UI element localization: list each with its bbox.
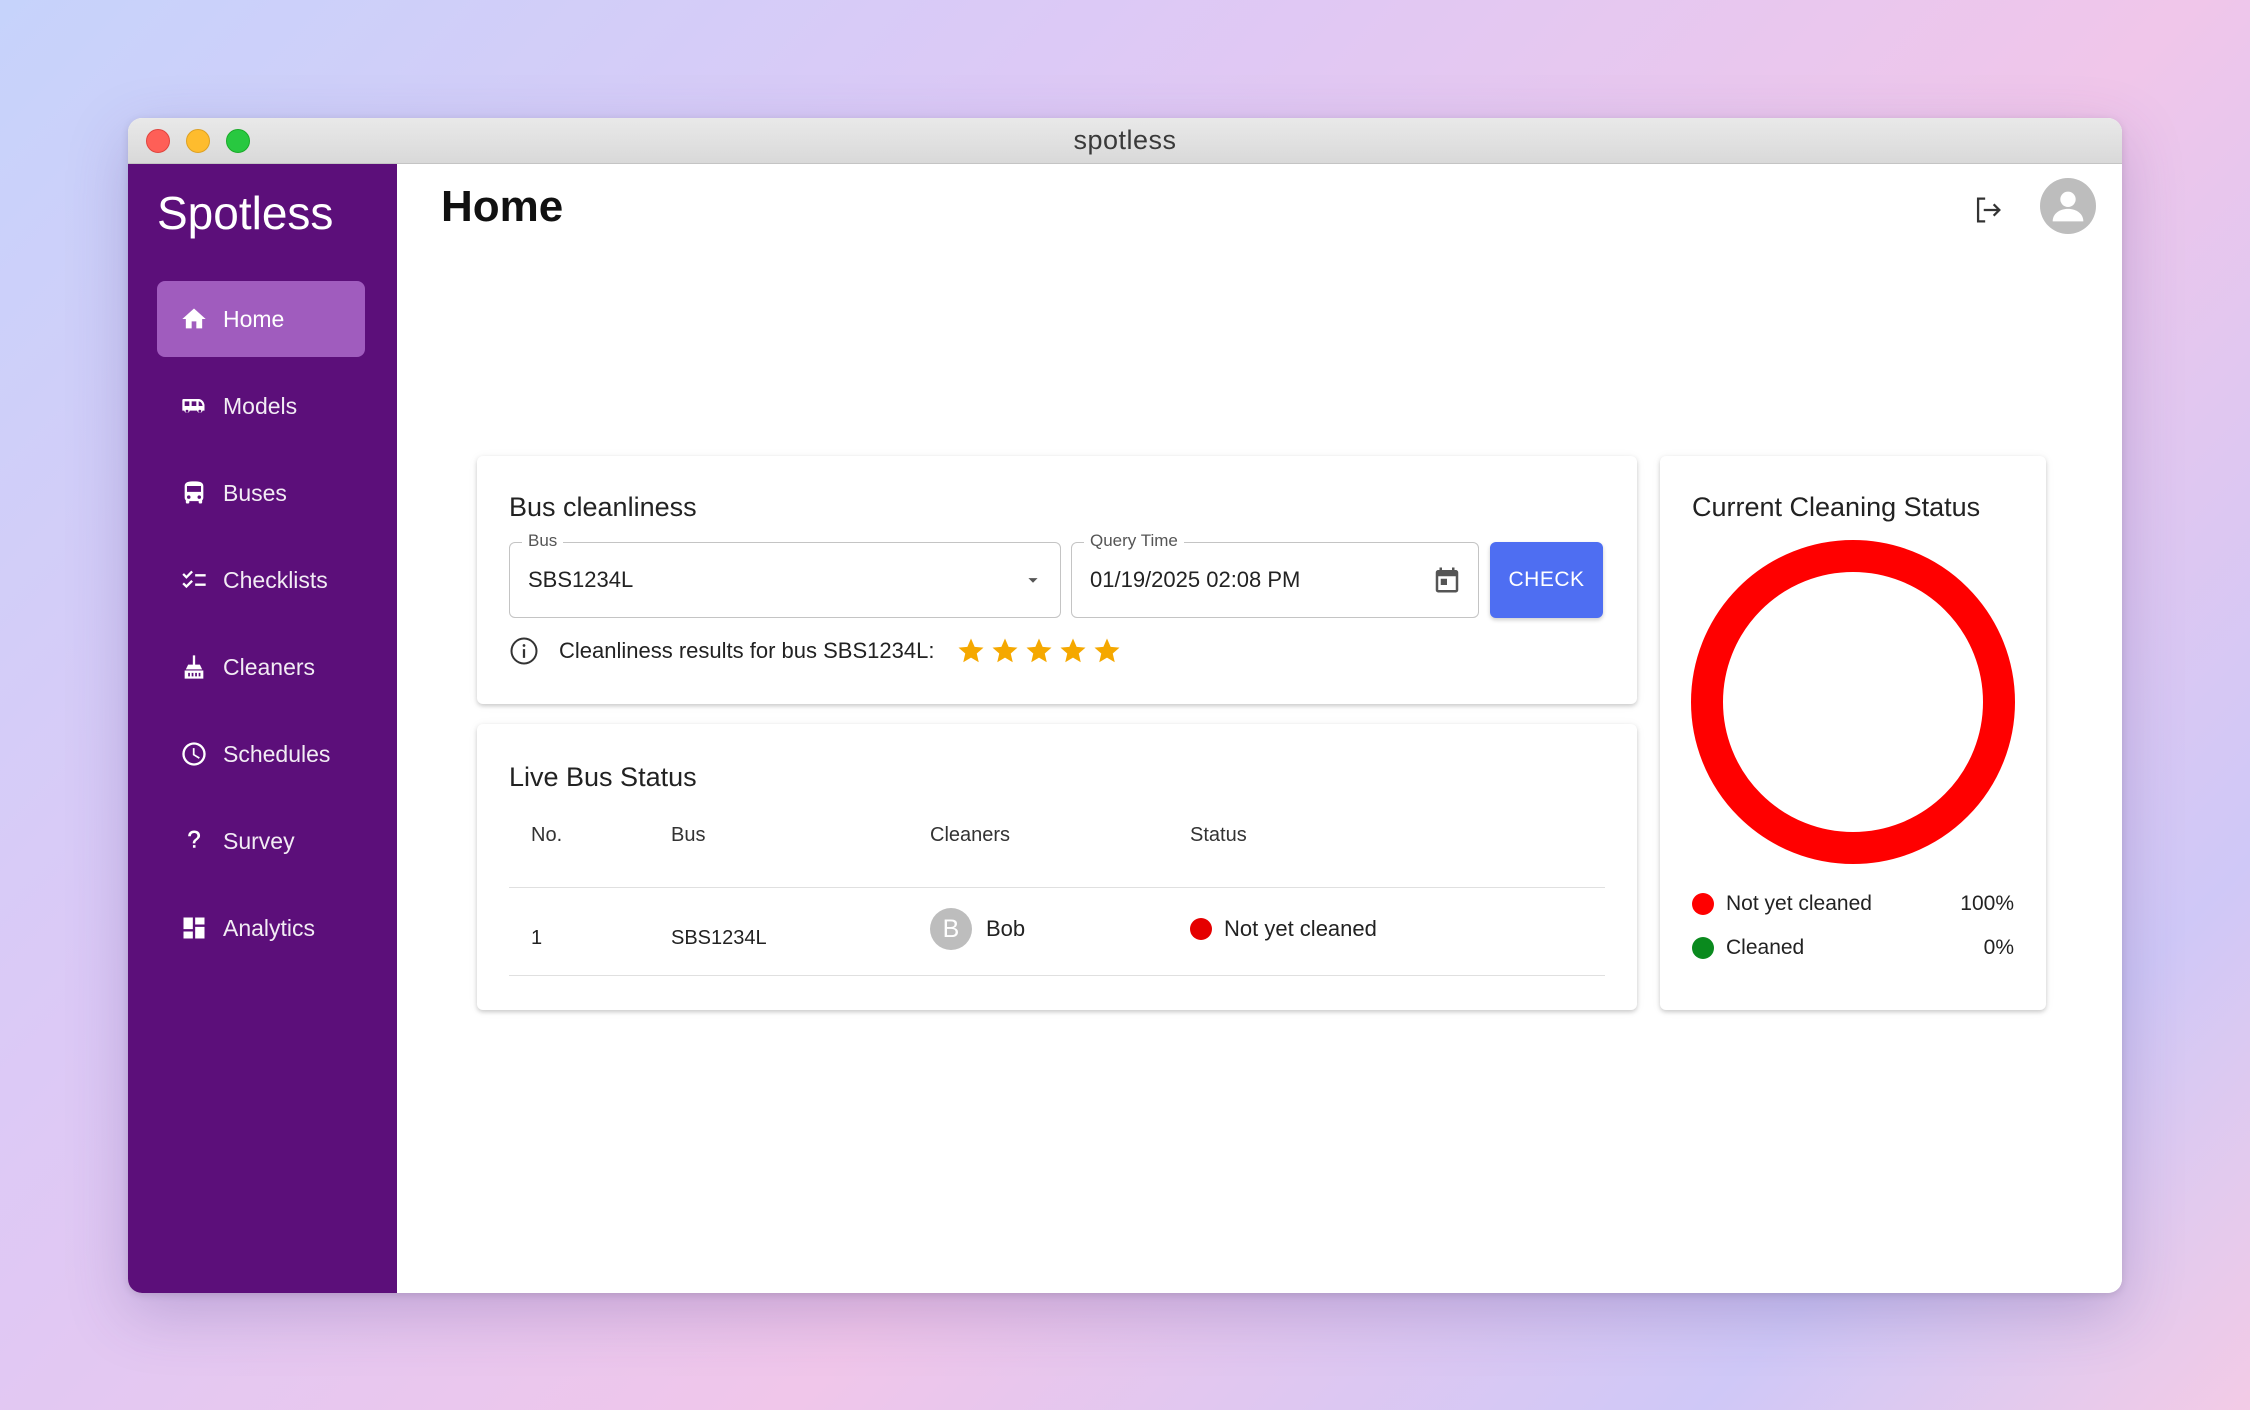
cleaning-status-card: Current Cleaning Status Not yet cleaned … [1660, 456, 2046, 1010]
sidebar: Spotless Home Models Buses Checklists Cl… [128, 164, 397, 1293]
row-bus: SBS1234L [671, 927, 767, 949]
home-icon [179, 304, 209, 334]
bus-select-value: SBS1234L [528, 567, 634, 592]
app-window: spotless Spotless Home Models Buses Chec… [128, 118, 2122, 1293]
cleaner-avatar: B [930, 908, 972, 950]
card-title: Live Bus Status [509, 762, 697, 792]
sidebar-item-label: Schedules [223, 740, 331, 767]
star-rating [956, 636, 1122, 666]
row-number: 1 [531, 927, 543, 949]
dropdown-arrow-icon [1022, 569, 1044, 591]
info-icon [510, 637, 538, 665]
sidebar-item-label: Survey [223, 827, 295, 854]
star-icon [1026, 638, 1052, 663]
card-title: Current Cleaning Status [1692, 492, 1981, 522]
dashboard-icon [179, 913, 209, 943]
star-icon [1094, 638, 1120, 663]
cleanliness-result: Cleanliness results for bus SBS1234L: [509, 636, 1122, 666]
sidebar-item-buses[interactable]: Buses [157, 455, 365, 531]
bus-front-icon [179, 478, 209, 508]
sidebar-item-home[interactable]: Home [157, 281, 365, 357]
query-time-value: 01/19/2025 02:08 PM [1090, 567, 1301, 592]
sidebar-nav: Home Models Buses Checklists Cleaners Sc… [157, 281, 365, 977]
legend-value: 100% [1960, 892, 2014, 915]
maximize-window-button[interactable] [226, 129, 250, 153]
legend-dot [1692, 937, 1714, 959]
star-icon [1060, 638, 1086, 663]
sidebar-item-schedules[interactable]: Schedules [157, 716, 365, 792]
legend-label: Not yet cleaned [1726, 892, 1872, 915]
column-header-no: No. [531, 824, 563, 846]
column-header-cleaners: Cleaners [930, 824, 1011, 846]
legend-label: Cleaned [1726, 936, 1805, 959]
bus-side-icon [179, 391, 209, 421]
bus-cleanliness-card: Bus cleanliness Bus SBS1234L Query Time … [477, 456, 1637, 704]
status-dot [1190, 918, 1212, 940]
broom-icon [179, 652, 209, 682]
row-cleaner: B Bob [930, 908, 1025, 950]
sidebar-item-label: Models [223, 392, 298, 419]
legend-not-yet-cleaned: Not yet cleaned 100% [1692, 892, 2014, 916]
logout-button[interactable] [1964, 186, 2012, 234]
sidebar-item-models[interactable]: Models [157, 368, 365, 444]
brand-logo: Spotless [157, 187, 334, 239]
calendar-icon[interactable] [1432, 565, 1462, 595]
card-title: Bus cleanliness [509, 492, 697, 522]
legend-dot [1692, 893, 1714, 915]
cleaning-status-donut-chart [1691, 540, 2015, 864]
question-icon [179, 826, 209, 856]
legend-value: 0% [1983, 936, 2014, 959]
live-bus-status-card: Live Bus Status No. Bus Cleaners Status … [477, 724, 1637, 1010]
minimize-window-button[interactable] [186, 129, 210, 153]
result-text: Cleanliness results for bus SBS1234L: [559, 638, 935, 663]
column-header-status: Status [1190, 824, 1247, 846]
sidebar-item-label: Buses [223, 479, 287, 506]
star-icon [992, 638, 1018, 663]
query-time-field[interactable]: Query Time 01/19/2025 02:08 PM [1071, 531, 1479, 618]
row-status: Not yet cleaned [1190, 908, 1377, 950]
sidebar-item-survey[interactable]: Survey [157, 803, 365, 879]
window-title: spotless [1073, 125, 1177, 155]
cleaner-name: Bob [986, 916, 1026, 941]
sidebar-item-label: Checklists [223, 566, 328, 593]
title-bar: spotless [128, 118, 2122, 164]
page-title: Home [441, 182, 564, 231]
user-avatar[interactable] [2040, 178, 2096, 234]
logout-icon [1976, 197, 2001, 223]
clock-icon [179, 739, 209, 769]
close-window-button[interactable] [146, 129, 170, 153]
bus-select[interactable]: Bus SBS1234L [509, 531, 1061, 618]
main-content: Home Bus cleanliness Bus SBS1234L Query … [397, 164, 2122, 1293]
window-controls [146, 129, 250, 153]
donut-slice-not-yet-cleaned [1691, 540, 2015, 864]
sidebar-item-checklists[interactable]: Checklists [157, 542, 365, 618]
sidebar-item-label: Analytics [223, 914, 316, 941]
column-header-bus: Bus [671, 824, 706, 846]
sidebar-item-analytics[interactable]: Analytics [157, 890, 365, 966]
sidebar-item-label: Home [223, 305, 285, 332]
table-divider [509, 887, 1605, 888]
bus-select-label: Bus [522, 531, 564, 551]
star-icon [958, 638, 984, 663]
sidebar-item-label: Cleaners [223, 653, 316, 680]
table-row-divider [509, 975, 1605, 976]
status-text: Not yet cleaned [1224, 916, 1377, 941]
query-time-label: Query Time [1084, 531, 1184, 551]
check-button[interactable]: CHECK [1490, 542, 1603, 618]
sidebar-item-cleaners[interactable]: Cleaners [157, 629, 365, 705]
user-icon [2052, 191, 2084, 222]
legend-cleaned: Cleaned 0% [1692, 936, 2014, 960]
checklist-icon [179, 565, 209, 595]
